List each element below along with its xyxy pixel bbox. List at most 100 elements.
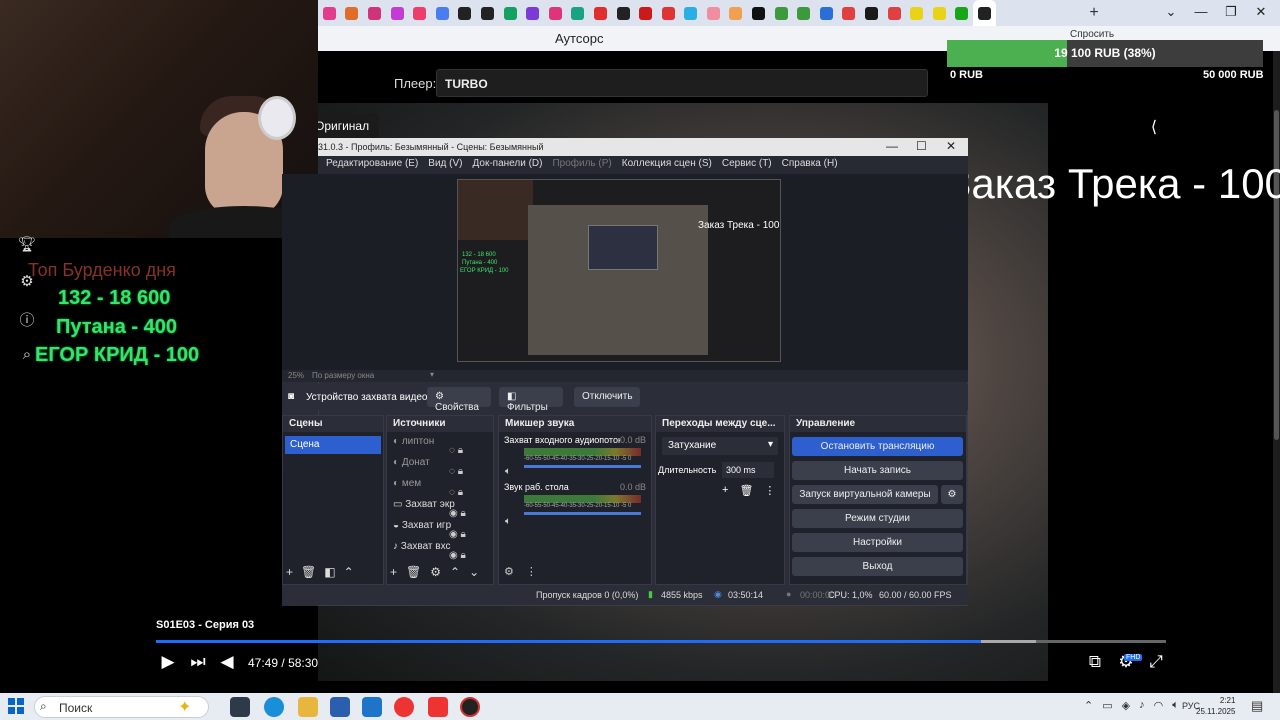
taskbar-clock[interactable]: 2:21 25.11.2025 xyxy=(1196,695,1235,717)
eye-icon[interactable]: ◉ 🔒︎ xyxy=(449,503,479,524)
exit-button[interactable]: Выход xyxy=(792,557,963,576)
browser-tab[interactable] xyxy=(499,0,522,26)
duration-input[interactable]: 300 ms xyxy=(722,462,774,478)
browser-tab[interactable] xyxy=(341,0,364,26)
gear-icon[interactable]: ⚙ xyxy=(504,565,514,578)
stop-stream-button[interactable]: Остановить трансляцию xyxy=(792,437,963,456)
windows-start-icon[interactable] xyxy=(8,698,24,714)
start-record-button[interactable]: Начать запись xyxy=(792,461,963,480)
next-icon[interactable]: ⏭︎ xyxy=(188,652,208,672)
pip-icon[interactable]: ⧉ xyxy=(1084,652,1106,672)
zoom-mode[interactable]: По размеру окна xyxy=(312,371,374,380)
transition-select[interactable]: Затухание ▾ xyxy=(662,437,778,455)
browser-tab[interactable] xyxy=(747,0,770,26)
menu-scene-collection[interactable]: Коллекция сцен (S) xyxy=(622,158,712,172)
chevron-up-icon[interactable]: ⌃ xyxy=(344,565,354,579)
minimize-icon[interactable]: — xyxy=(1186,4,1216,22)
minimize-icon[interactable]: — xyxy=(886,139,898,153)
browser-tab[interactable] xyxy=(589,0,612,26)
speaker-icon[interactable]: 🔈︎ xyxy=(1172,699,1179,712)
browser-tab[interactable] xyxy=(725,0,748,26)
browser-tab[interactable] xyxy=(680,0,703,26)
eye-icon[interactable]: ◉ 🔒︎ xyxy=(449,524,479,545)
browser-tab[interactable] xyxy=(657,0,680,26)
close-icon[interactable]: ✕ xyxy=(946,139,956,153)
browser-tab[interactable] xyxy=(408,0,431,26)
original-audio-button[interactable]: Оригинал ⌄ xyxy=(315,113,379,147)
browser-tab[interactable] xyxy=(860,0,883,26)
browser-tab[interactable] xyxy=(951,0,974,26)
more-icon[interactable]: ⋮ xyxy=(764,484,775,497)
trash-icon[interactable]: 🗑︎ xyxy=(406,565,421,579)
close-icon[interactable]: ✕ xyxy=(1246,4,1276,22)
browser-tab[interactable] xyxy=(792,0,815,26)
eye-icon[interactable]: ◌ 🔒︎ xyxy=(449,440,479,461)
player-select[interactable]: TURBO xyxy=(436,69,928,97)
chevron-down-icon[interactable]: ▾ xyxy=(430,370,434,379)
properties-button[interactable]: ⚙ Свойства xyxy=(427,387,491,413)
menu-edit[interactable]: Редактирование (E) xyxy=(326,158,418,172)
play-icon[interactable]: ▶ xyxy=(158,652,178,672)
menu-help[interactable]: Справка (H) xyxy=(782,158,838,172)
gear-icon[interactable]: ⚙ xyxy=(941,485,963,504)
zoom-value[interactable]: 25% xyxy=(288,371,304,380)
network-icon[interactable]: ◈ xyxy=(1122,699,1130,712)
browser-tab[interactable] xyxy=(702,0,725,26)
browser-tab[interactable] xyxy=(386,0,409,26)
menu-docks[interactable]: Док-панели (D) xyxy=(473,158,543,172)
browser-tab[interactable] xyxy=(815,0,838,26)
browser-tab[interactable] xyxy=(883,0,906,26)
menu-tools[interactable]: Сервис (T) xyxy=(722,158,772,172)
trash-icon[interactable]: 🗑︎ xyxy=(739,484,753,497)
deactivate-button[interactable]: Отключить xyxy=(574,387,640,407)
edge-icon[interactable] xyxy=(264,697,284,717)
menu-view[interactable]: Вид (V) xyxy=(428,158,462,172)
browser-tab[interactable] xyxy=(770,0,793,26)
filter-icon[interactable]: ◧ xyxy=(324,565,335,579)
browser-tab[interactable] xyxy=(363,0,386,26)
browser-tab[interactable] xyxy=(544,0,567,26)
trash-icon[interactable]: 🗑︎ xyxy=(301,565,316,579)
info-icon[interactable]: ⓘ xyxy=(17,309,37,329)
browser-tab[interactable] xyxy=(521,0,544,26)
share-icon[interactable]: ⟨ xyxy=(1142,117,1166,137)
eye-icon[interactable]: ◌ 🔒︎ xyxy=(449,482,479,503)
yandex-browser-icon[interactable] xyxy=(394,697,414,717)
wifi-icon[interactable]: ◠ xyxy=(1154,699,1164,712)
virtual-camera-button[interactable]: Запуск виртуальной камеры xyxy=(792,485,938,504)
obs-preview[interactable]: Заказ Трека - 100 132 - 18 600 Путана - … xyxy=(457,179,781,362)
file-explorer-icon[interactable] xyxy=(298,697,318,717)
gear-icon[interactable]: ⚙ xyxy=(430,565,441,579)
eye-icon[interactable]: ◌ 🔒︎ xyxy=(449,461,479,482)
filters-button[interactable]: ◧ Фильтры xyxy=(499,387,563,413)
search-icon[interactable]: ⌕ xyxy=(17,346,37,366)
eye-icon[interactable]: ◉ 🔒︎ xyxy=(449,545,479,566)
add-icon[interactable]: + xyxy=(722,484,728,497)
browser-tab[interactable] xyxy=(905,0,928,26)
browser-tab[interactable] xyxy=(567,0,590,26)
more-icon[interactable]: ⋮ xyxy=(526,565,537,578)
task-view-icon[interactable] xyxy=(230,697,250,717)
browser-tab[interactable] xyxy=(454,0,477,26)
yandex-icon[interactable] xyxy=(428,697,448,717)
browser-tab[interactable] xyxy=(612,0,635,26)
mic-icon[interactable]: ♪ xyxy=(1139,699,1145,712)
browser-tab[interactable] xyxy=(928,0,951,26)
menu-profile[interactable]: Профиль (P) xyxy=(552,158,611,172)
chevron-up-icon[interactable]: ⌃ xyxy=(450,565,460,579)
browser-tab[interactable] xyxy=(476,0,499,26)
add-scene-icon[interactable]: + xyxy=(286,565,293,579)
volume-icon[interactable]: ◀︎ xyxy=(217,652,237,672)
speaker-icon[interactable]: 🔈︎ xyxy=(505,466,511,477)
maximize-icon[interactable]: ☐ xyxy=(916,139,927,153)
ask-button[interactable]: Спросить xyxy=(1070,29,1114,40)
trophy-icon[interactable]: 🏆︎ xyxy=(17,235,37,255)
browser-tab[interactable] xyxy=(431,0,454,26)
scene-item[interactable]: Сцена xyxy=(285,436,381,454)
browser-tab[interactable] xyxy=(973,0,996,26)
fullscreen-icon[interactable]: ⤢ xyxy=(1145,652,1167,672)
new-tab-button[interactable]: + xyxy=(1084,4,1104,22)
browser-tab[interactable] xyxy=(634,0,657,26)
add-source-icon[interactable]: + xyxy=(390,565,397,579)
chevron-up-icon[interactable]: ⌃ xyxy=(1084,699,1093,712)
